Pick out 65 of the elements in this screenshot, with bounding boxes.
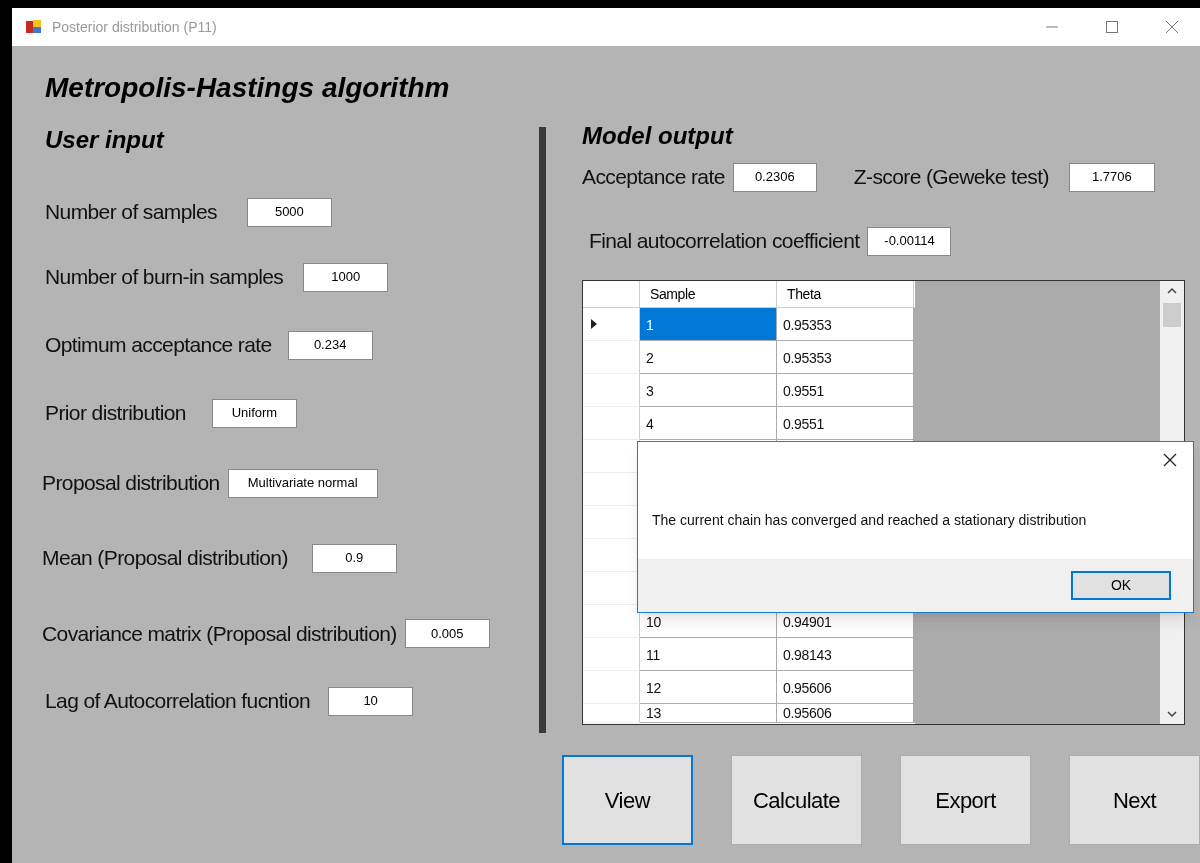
row-header[interactable] [583,407,640,440]
ok-button[interactable]: OK [1071,571,1171,600]
field-label: Covariance matrix (Proposal distribution) [42,620,397,647]
table-cell[interactable]: 2 [640,341,777,374]
table-cell[interactable]: 12 [640,671,777,704]
row-header[interactable] [583,704,640,723]
scroll-down-icon[interactable] [1166,708,1178,720]
form-heading: Metropolis-Hastings algorithm [45,74,451,102]
table-cell[interactable]: 0.95353 [777,308,914,341]
field-label: Lag of Autocorrelation fucntion [45,688,311,715]
table-cell[interactable]: 0.95606 [777,704,914,723]
section-title: User input [45,128,166,152]
row-header[interactable] [583,506,640,539]
row-header[interactable] [583,572,640,605]
text-field[interactable]: Uniform [211,398,297,428]
action-button[interactable]: Next [1069,755,1200,845]
text-field[interactable]: 0.005 [404,619,490,648]
row-header[interactable] [583,341,640,374]
window-title: Posterior distribution (P11) [52,17,217,37]
text-field[interactable]: 0.9 [311,543,397,573]
row-header[interactable] [583,638,640,671]
text-field[interactable]: -0.00114 [867,226,952,256]
field-label: Final autocorrelation coefficient [589,228,860,255]
field-label: Optimum acceptance rate [45,332,272,359]
text-field[interactable]: 5000 [246,197,332,227]
field-label: Acceptance rate [582,164,725,191]
table-cell[interactable]: 0.9551 [777,374,914,407]
row-header[interactable] [583,440,640,473]
text-field[interactable]: Multivariate normal [227,468,378,498]
row-header[interactable] [583,308,640,341]
table-cell[interactable]: 0.98143 [777,638,914,671]
maximize-icon[interactable] [1104,19,1120,35]
table-cell[interactable]: 0.95606 [777,671,914,704]
field-label: Prior distribution [45,400,186,427]
field-label: Z-score (Geweke test) [853,164,1049,191]
table-cell[interactable]: 0.95353 [777,341,914,374]
app-icon [26,19,42,35]
section-title: Model output [582,124,735,148]
text-field[interactable]: 1.7706 [1068,162,1155,192]
text-field[interactable]: 0.2306 [732,162,817,192]
field-label: Number of samples [45,199,217,226]
close-icon[interactable] [1163,453,1177,467]
scrollbar-thumb[interactable] [1163,303,1181,327]
text-field[interactable]: 10 [328,686,414,716]
action-button[interactable]: Export [900,755,1031,845]
table-cell[interactable]: 1 [640,308,777,341]
action-button[interactable]: View [562,755,693,845]
action-button[interactable]: Calculate [731,755,862,845]
field-label: Mean (Proposal distribution) [42,545,288,572]
table-cell[interactable]: 13 [640,704,777,723]
table-cell[interactable]: 3 [640,374,777,407]
table-cell[interactable]: 0.9551 [777,407,914,440]
row-header[interactable] [583,374,640,407]
field-label: Number of burn-in samples [45,264,284,291]
dialog-message: The current chain has converged and reached a stationary distribution [652,511,1087,530]
row-header[interactable] [583,671,640,704]
row-header[interactable] [583,539,640,572]
text-field[interactable]: 1000 [303,262,389,292]
row-header[interactable] [583,473,640,506]
table-cell[interactable]: 4 [640,407,777,440]
table-cell[interactable]: 11 [640,638,777,671]
row-pointer-icon [591,319,597,329]
row-header[interactable] [583,605,640,638]
field-label: Proposal distribution [42,470,220,497]
text-field[interactable]: 0.234 [287,330,373,360]
